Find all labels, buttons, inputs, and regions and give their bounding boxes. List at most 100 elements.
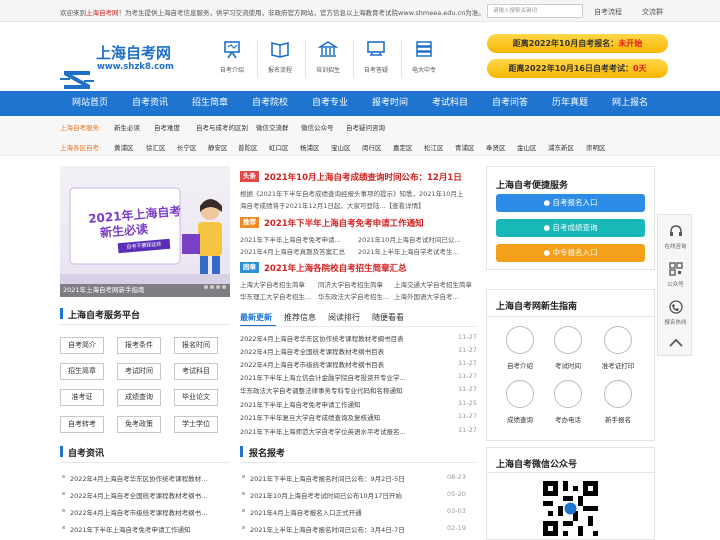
guide-item-intro[interactable]: 自考介绍 xyxy=(498,326,542,370)
tab-most-read[interactable]: 阅读排行 xyxy=(328,312,360,323)
list-item[interactable]: 2022年4月上海自考华东区协作统考课程教材考纲书目表 xyxy=(240,333,404,343)
header-link-tvu[interactable]: 电大中专 xyxy=(402,37,446,81)
district-link[interactable]: 宝山区 xyxy=(331,142,351,152)
logo-url[interactable]: www.shzk8.com xyxy=(97,62,174,72)
tab-latest[interactable]: 最新更新 xyxy=(240,312,272,323)
side-online-consult[interactable]: 在线咨询 xyxy=(658,223,693,250)
district-link[interactable]: 长宁区 xyxy=(177,142,197,152)
district-link[interactable]: 静安区 xyxy=(208,142,228,152)
district-link[interactable]: 嘉定区 xyxy=(393,142,413,152)
nav-item-past-papers[interactable]: 历年真题 xyxy=(552,91,588,116)
service-link[interactable]: 新生必读 xyxy=(114,122,140,132)
service-button[interactable]: 自考简介 xyxy=(60,337,104,354)
headline-title[interactable]: 2021年10月上海自考成绩查询时间公布：12月1日 xyxy=(264,171,462,183)
slider-dots[interactable] xyxy=(202,274,226,293)
header-link-training[interactable]: 培训招生 xyxy=(306,37,350,81)
list-item[interactable]: 2022年4月上海自考市级统考课程教材考纲书目表 xyxy=(240,359,384,369)
side-official-account[interactable]: 公众号 xyxy=(658,261,693,288)
list-item[interactable]: 2022年4月上海自考华东区协作统考课程教材... xyxy=(70,473,207,483)
recommend-link[interactable]: 2021年下半年上海自考免考申请... xyxy=(240,234,341,244)
topbar-link-group[interactable]: 交流群 xyxy=(642,7,663,17)
notice-site-name[interactable]: 上海自考网 xyxy=(86,9,119,17)
nav-item-exam-time[interactable]: 报考时间 xyxy=(372,91,408,116)
guide-item-phone[interactable]: 考办电话 xyxy=(546,380,590,424)
district-link[interactable]: 徐汇区 xyxy=(146,142,166,152)
header-link-process[interactable]: 报名流程 xyxy=(258,37,302,81)
list-item[interactable]: 2021年10月上海自考考试时间已公布10月17日开始 xyxy=(250,490,402,500)
nav-item-admissions[interactable]: 招生简章 xyxy=(192,91,228,116)
service-button[interactable]: 成绩查询 xyxy=(117,389,161,406)
service-button[interactable]: 免考政策 xyxy=(117,416,161,433)
nav-item-news[interactable]: 自考资讯 xyxy=(132,91,168,116)
score-query-button[interactable]: ● 自考成绩查询 xyxy=(496,219,645,237)
vocational-entry-button[interactable]: ● 中专报名入口 xyxy=(496,244,645,262)
list-item[interactable]: 2021年下半年上海师范大学自考学位英语水平考试报名... xyxy=(240,426,406,436)
slider-dot[interactable] xyxy=(204,285,208,289)
back-to-top-button[interactable] xyxy=(658,335,693,351)
topbar-link-process[interactable]: 自考流程 xyxy=(594,7,622,17)
service-link[interactable]: 微信交流群 xyxy=(256,122,289,132)
service-button[interactable]: 考试时间 xyxy=(117,363,161,380)
logo-name[interactable]: 上海自考网 xyxy=(96,42,171,63)
list-item[interactable]: 2021年4月上海自考报名入口正式开通 xyxy=(250,507,362,517)
tab-random[interactable]: 随便看看 xyxy=(372,312,404,323)
brochure-link[interactable]: 同济大学自考招生简章 xyxy=(318,279,383,289)
district-link[interactable]: 金山区 xyxy=(517,142,537,152)
nav-item-online-registration[interactable]: 网上报名 xyxy=(612,91,648,116)
service-button[interactable]: 报名时间 xyxy=(174,337,218,354)
nav-item-qa[interactable]: 自考问答 xyxy=(492,91,528,116)
slider-dot[interactable] xyxy=(210,285,214,289)
nav-item-home[interactable]: 网站首页 xyxy=(72,91,108,116)
service-button[interactable]: 毕业论文 xyxy=(174,389,218,406)
recommend-link[interactable]: 2021年上半年上海自学考试考生... xyxy=(358,246,459,256)
brochure-link[interactable]: 华东理工大学自考招生... xyxy=(240,291,311,301)
brochure-link[interactable]: 华东政法大学自考招生... xyxy=(318,291,389,301)
list-item[interactable]: 2021年下半年上海自考免考申请工作通知 xyxy=(70,524,191,534)
banner-slider[interactable]: 2021年上海自考 新生必读 自考不要踩这些 2021年上海自考网新手指南 xyxy=(60,166,230,297)
news-section-title[interactable]: 自考资讯 xyxy=(68,446,104,459)
logo-icon[interactable] xyxy=(60,66,94,94)
brochure-link[interactable]: 上海外国语大学自考... xyxy=(394,291,459,301)
district-link[interactable]: 崇明区 xyxy=(586,142,606,152)
list-item[interactable]: 2022年4月上海自考全国统考课程教材考纲书... xyxy=(70,490,207,500)
brochure-link[interactable]: 上海大学自考招生简章 xyxy=(240,279,305,289)
registration-entry-button[interactable]: ● 自考报名入口 xyxy=(496,194,645,212)
district-link[interactable]: 浦东新区 xyxy=(548,142,574,152)
guide-item-admission-ticket[interactable]: 准考证打印 xyxy=(596,326,640,370)
recommend-link[interactable]: 2021年10月上海自考试时间已公... xyxy=(358,234,461,244)
list-item[interactable]: 2021年下半年上海自考免考申请工作通知 xyxy=(240,399,361,409)
brochure-link[interactable]: 上海交通大学自考招生简章 xyxy=(394,279,472,289)
district-link[interactable]: 黄浦区 xyxy=(114,142,134,152)
side-hotline[interactable]: 报名热线 xyxy=(658,299,693,326)
header-link-qa[interactable]: 自考答疑 xyxy=(354,37,398,81)
headline-desc[interactable]: 海自考成绩将于2021年12月1日起，大家可登陆...【查看详情】 xyxy=(240,200,425,210)
district-link[interactable]: 松江区 xyxy=(424,142,444,152)
district-link[interactable]: 杨浦区 xyxy=(300,142,320,152)
guide-item-new-registration[interactable]: 新手报名 xyxy=(596,380,640,424)
list-item[interactable]: 2021年下半年上海自考报名时间已公布：9月2日-5日 xyxy=(250,473,405,483)
list-item[interactable]: 2021年下半年复旦大学自考成绩查询及复核通知 xyxy=(240,412,380,422)
guide-item-exam-time[interactable]: 考试时间 xyxy=(546,326,590,370)
recommend-title[interactable]: 2021年下半年上海自考免考申请工作通知 xyxy=(264,217,424,229)
nav-item-majors[interactable]: 自考专业 xyxy=(312,91,348,116)
nav-item-subjects[interactable]: 考试科目 xyxy=(432,91,468,116)
guide-item-score[interactable]: 成绩查询 xyxy=(498,380,542,424)
brochure-title[interactable]: 2021年上海各院校自考招生简章汇总 xyxy=(264,262,407,274)
service-link[interactable]: 自考与成考的区别 xyxy=(196,122,248,132)
service-button[interactable]: 招生简章 xyxy=(60,363,104,380)
service-button[interactable]: 报考条件 xyxy=(117,337,161,354)
registration-section-title[interactable]: 报名报考 xyxy=(249,446,285,459)
list-item[interactable]: 2021年下半年上海立信会计金融学院自考投资开专业学... xyxy=(240,372,406,382)
service-link[interactable]: 自考疑问咨询 xyxy=(346,122,385,132)
list-item[interactable]: 2022年4月上海自考市级统考课程教材考纲书... xyxy=(70,507,207,517)
service-button[interactable]: 考试科目 xyxy=(174,363,218,380)
district-link[interactable]: 奉贤区 xyxy=(486,142,506,152)
district-link[interactable]: 虹口区 xyxy=(269,142,289,152)
list-item[interactable]: 2022年4月上海自考全国统考课程教材考纲书目表 xyxy=(240,346,384,356)
service-button[interactable]: 学士学位 xyxy=(174,416,218,433)
service-button[interactable]: 自考转考 xyxy=(60,416,104,433)
search-input[interactable]: 请输入搜索关键词 xyxy=(487,4,583,18)
list-item[interactable]: 华东政法大学自考调整法律事务专科专业代码和名称通知 xyxy=(240,385,403,395)
header-link-intro[interactable]: 自考介绍 xyxy=(210,37,254,81)
district-link[interactable]: 闵行区 xyxy=(362,142,382,152)
